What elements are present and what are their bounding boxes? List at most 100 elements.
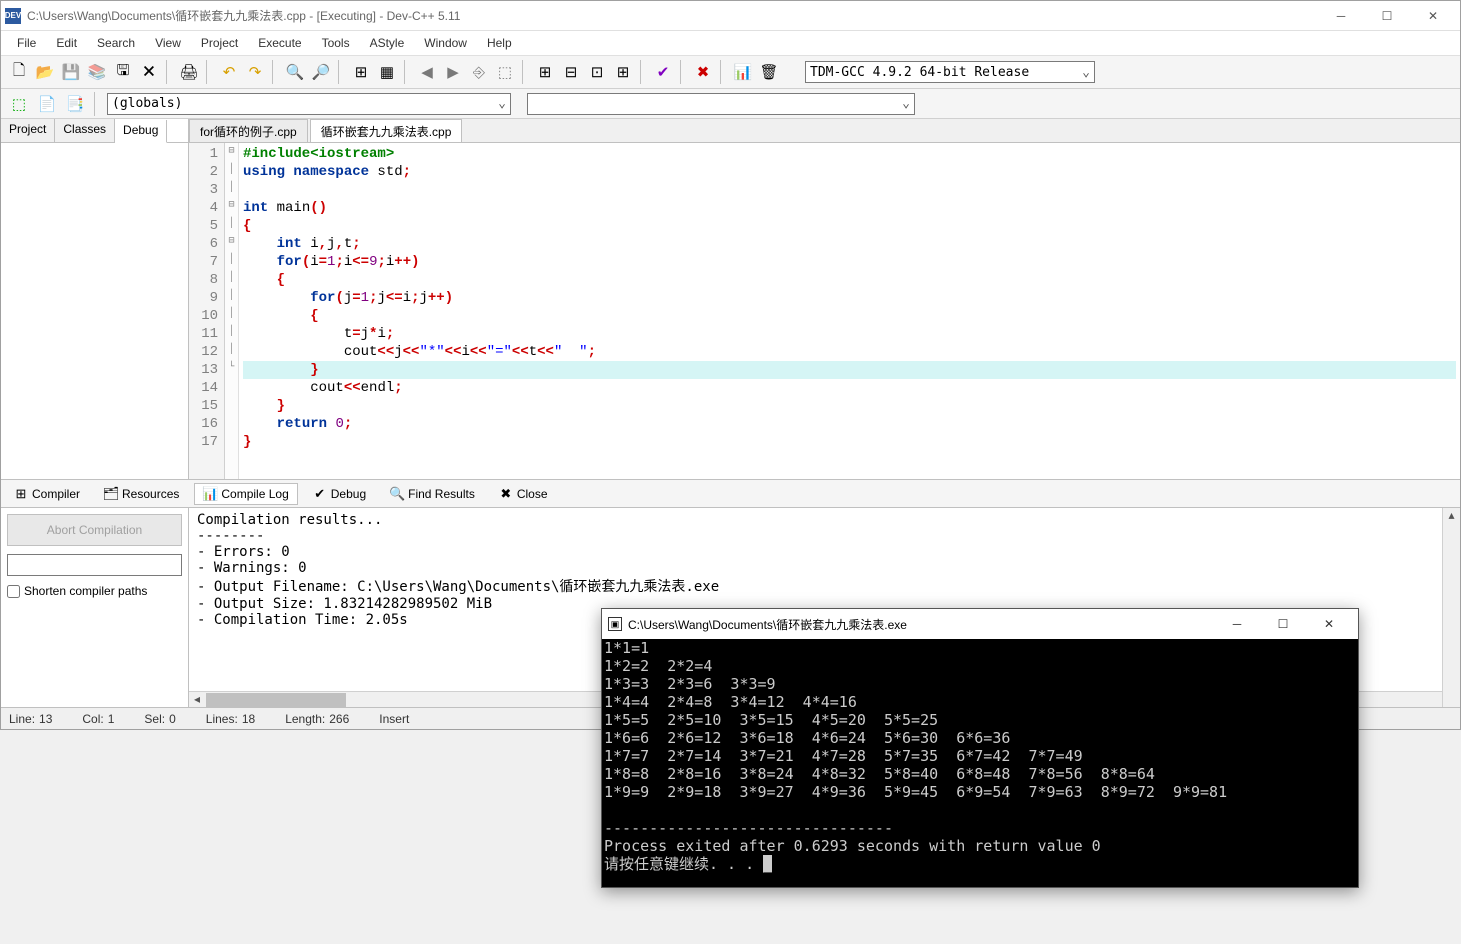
console-output[interactable]: 1*1=1 1*2=2 2*2=4 1*3=3 2*3=6 3*3=9 1*4=…: [602, 639, 1358, 887]
status-line-value: 13: [39, 712, 52, 726]
close-button[interactable]: ✕: [1410, 2, 1456, 30]
compiler-select-value: TDM-GCC 4.9.2 64-bit Release: [810, 65, 1029, 80]
menu-project[interactable]: Project: [191, 33, 248, 53]
titlebar[interactable]: DEV C:\Users\Wang\Documents\循环嵌套九九乘法表.cp…: [1, 1, 1460, 31]
app-icon: DEV: [5, 8, 21, 24]
shorten-paths-checkbox[interactable]: Shorten compiler paths: [7, 584, 182, 598]
save-as-icon[interactable]: 🖫: [111, 60, 135, 84]
console-minimize-button[interactable]: ─: [1214, 610, 1260, 638]
new-project-icon[interactable]: ⬚: [7, 92, 31, 116]
console-titlebar[interactable]: ▣ C:\Users\Wang\Documents\循环嵌套九九乘法表.exe …: [602, 609, 1358, 639]
code-editor[interactable]: 1234567891011121314151617 ⊟││⊟│⊟││││││└ …: [189, 143, 1460, 479]
debug-check-icon[interactable]: ✔: [651, 60, 675, 84]
redo-icon[interactable]: ↷: [243, 60, 267, 84]
compile-run-icon[interactable]: ⊞: [533, 60, 557, 84]
undo-icon[interactable]: ↶: [217, 60, 241, 84]
status-lines-label: Lines:: [206, 712, 238, 726]
left-tab-debug[interactable]: Debug: [115, 120, 167, 143]
log-scroll-thumb[interactable]: [206, 693, 346, 707]
bottom-tab-icon: ✖: [499, 487, 513, 501]
shorten-paths-label: Shorten compiler paths: [24, 584, 147, 598]
globals-value: (globals): [112, 96, 182, 111]
globals-select[interactable]: (globals)⌄: [107, 93, 511, 115]
console-title-text: C:\Users\Wang\Documents\循环嵌套九九乘法表.exe: [628, 616, 1214, 633]
bottom-tab-compiler[interactable]: ⊞Compiler: [5, 483, 89, 505]
goto-icon[interactable]: ⎆: [467, 60, 491, 84]
console-maximize-button[interactable]: ☐: [1260, 610, 1306, 638]
print-icon[interactable]: 🖨: [177, 60, 201, 84]
status-insert-mode: Insert: [379, 712, 409, 726]
file-tab-1[interactable]: 循环嵌套九九乘法表.cpp: [310, 119, 463, 142]
bottom-tab-label: Find Results: [408, 487, 475, 501]
close-file-icon[interactable]: 🗙: [137, 60, 161, 84]
bottom-tab-debug[interactable]: ✔Debug: [304, 483, 375, 505]
bottom-tab-label: Compiler: [32, 487, 80, 501]
maximize-button[interactable]: ☐: [1364, 2, 1410, 30]
delete-profile-icon[interactable]: 🗑: [757, 60, 781, 84]
console-icon: ▣: [608, 617, 622, 631]
toolbar-main: 🗋 📂 💾 📚 🖫 🗙 🖨 ↶ ↷ 🔍 🔎 ⊞ ▦ ◀ ▶ ⎆ ⬚ ⊞ ⊟ ⊡ …: [1, 55, 1460, 89]
console-window[interactable]: ▣ C:\Users\Wang\Documents\循环嵌套九九乘法表.exe …: [601, 608, 1359, 888]
bottom-tab-resources[interactable]: 🗂Resources: [95, 483, 188, 505]
bookmark-icon[interactable]: 📑: [63, 92, 87, 116]
bottom-tab-icon: ✔: [313, 487, 327, 501]
insert-icon[interactable]: 📄: [35, 92, 59, 116]
console-cursor: _: [763, 855, 772, 873]
run-icon[interactable]: ▦: [375, 60, 399, 84]
menubar: FileEditSearchViewProjectExecuteToolsASt…: [1, 31, 1460, 55]
main-split: ProjectClassesDebug for循环的例子.cpp循环嵌套九九乘法…: [1, 119, 1460, 479]
back-icon[interactable]: ◀: [415, 60, 439, 84]
compile-icon[interactable]: ⊞: [349, 60, 373, 84]
fold-column[interactable]: ⊟││⊟│⊟││││││└: [225, 143, 239, 479]
file-tab-0[interactable]: for循环的例子.cpp: [189, 119, 308, 142]
compiler-select[interactable]: TDM-GCC 4.9.2 64-bit Release⌄: [805, 61, 1095, 83]
bottom-tab-icon: 📊: [203, 487, 217, 501]
bottom-tab-icon: 🔍: [390, 487, 404, 501]
menu-astyle[interactable]: AStyle: [360, 33, 415, 53]
menu-help[interactable]: Help: [477, 33, 522, 53]
left-panel: ProjectClassesDebug: [1, 119, 189, 479]
shorten-paths-check-input[interactable]: [7, 585, 20, 598]
stop-icon[interactable]: ⬚: [493, 60, 517, 84]
left-panel-body[interactable]: [1, 143, 188, 479]
file-tabs: for循环的例子.cpp循环嵌套九九乘法表.cpp: [189, 119, 1460, 143]
menu-edit[interactable]: Edit: [46, 33, 87, 53]
menu-tools[interactable]: Tools: [312, 33, 360, 53]
debug-x-icon[interactable]: ✖: [691, 60, 715, 84]
forward-icon[interactable]: ▶: [441, 60, 465, 84]
bottom-tab-find-results[interactable]: 🔍 Find Results: [381, 483, 484, 505]
status-col-value: 1: [108, 712, 115, 726]
bottom-tab-label: Close: [517, 487, 548, 501]
compile-filter-input[interactable]: [7, 554, 182, 576]
save-all-icon[interactable]: 📚: [85, 60, 109, 84]
compile2-icon[interactable]: ⊡: [585, 60, 609, 84]
console-close-button[interactable]: ✕: [1306, 610, 1352, 638]
menu-view[interactable]: View: [145, 33, 191, 53]
find-icon[interactable]: 🔍: [283, 60, 307, 84]
line-number-gutter[interactable]: 1234567891011121314151617: [189, 143, 225, 479]
menu-search[interactable]: Search: [87, 33, 145, 53]
save-icon[interactable]: 💾: [59, 60, 83, 84]
left-tab-project[interactable]: Project: [1, 119, 55, 142]
open-icon[interactable]: 📂: [33, 60, 57, 84]
bottom-tab-label: Resources: [122, 487, 179, 501]
left-tab-classes[interactable]: Classes: [55, 119, 115, 142]
replace-icon[interactable]: 🔎: [309, 60, 333, 84]
new-file-icon[interactable]: 🗋: [7, 60, 31, 84]
log-vertical-scrollbar[interactable]: ▴: [1442, 508, 1460, 707]
menu-window[interactable]: Window: [414, 33, 477, 53]
compile-controls: Abort Compilation Shorten compiler paths: [1, 508, 189, 707]
rebuild-icon[interactable]: ⊟: [559, 60, 583, 84]
profile-icon[interactable]: 📊: [731, 60, 755, 84]
menu-execute[interactable]: Execute: [248, 33, 311, 53]
menu-file[interactable]: File: [7, 33, 46, 53]
abort-compilation-button[interactable]: Abort Compilation: [7, 514, 182, 546]
code-body[interactable]: #include<iostream>using namespace std;in…: [239, 143, 1460, 479]
status-sel-value: 0: [169, 712, 176, 726]
bottom-tab-close[interactable]: ✖ Close: [490, 483, 557, 505]
status-col-label: Col:: [82, 712, 103, 726]
members-select[interactable]: ⌄: [527, 93, 915, 115]
minimize-button[interactable]: ─: [1318, 2, 1364, 30]
rebuild2-icon[interactable]: ⊞: [611, 60, 635, 84]
bottom-tab-compile-log[interactable]: 📊Compile Log: [194, 483, 297, 505]
